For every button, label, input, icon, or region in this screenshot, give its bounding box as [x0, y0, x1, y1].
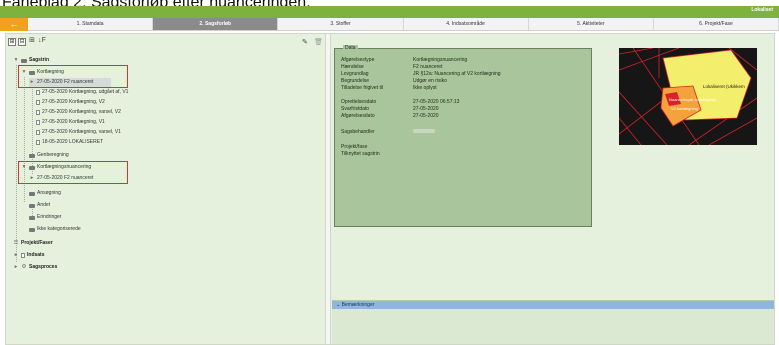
tree-panel: ⊞ ⊟ ⊞ ↓F ✎ 🗑 ▾ Sagstrin ▾ Kortlægning ▸ …: [6, 34, 325, 344]
highlight-box-kortlaegning: [18, 65, 128, 88]
tree-node-ikke-kategoriserede[interactable]: Ikke kategoriserede: [29, 225, 81, 234]
tree-node-sagstrin[interactable]: ▾ Sagstrin: [13, 56, 49, 65]
tree-node-andet[interactable]: Andet: [29, 201, 50, 210]
map-label-lokaliseret: Lokaliseret (Ukikkem: [703, 84, 745, 89]
expand-all-icon[interactable]: ⊞: [8, 38, 16, 46]
collapse-all-icon[interactable]: ⊟: [18, 38, 26, 46]
map-image: Lokaliseret (Ukikkem Nuanceringsk kortlæ…: [619, 48, 757, 145]
data-groupbox: Data Afgørelsestype Kortlægningsnuancerin…: [334, 45, 592, 227]
remarks-panel: ⌄ Bemærkninger: [332, 300, 774, 344]
tree-view-icon[interactable]: ⊞: [28, 37, 36, 46]
map-label-nuancering: Nuanceringsk kortlægning: [669, 97, 715, 102]
sort-icon[interactable]: ↓F: [38, 37, 46, 46]
delete-icon[interactable]: 🗑: [314, 38, 323, 46]
field-begrundelse: Begrundelse Udgør en risiko: [341, 78, 447, 84]
tree-toolbar: ⊞ ⊟ ⊞ ↓F: [8, 37, 46, 48]
caret-right-icon[interactable]: ▸: [13, 263, 19, 272]
folder-icon: [29, 203, 35, 208]
folder-icon: [29, 191, 35, 196]
tree-node-sagsproces[interactable]: ▸ ⚙ Sagsproces: [13, 263, 58, 272]
tree-item[interactable]: 27-05-2020 Kortlægning, varsel, V2: [36, 108, 121, 117]
app-body: ⊞ ⊟ ⊞ ↓F ✎ 🗑 ▾ Sagstrin ▾ Kortlægning ▸ …: [5, 33, 775, 345]
tree-node-indsats[interactable]: ▸ Indsats: [13, 251, 45, 260]
highlight-box-nuancering: [18, 161, 128, 184]
tree-item[interactable]: 27-05-2020 Kortlægning, V2: [36, 98, 105, 107]
top-bar: Lokaliset: [0, 6, 779, 18]
field-sagsbehandler: Sagsbehandler: [341, 129, 435, 135]
tab-stoffer[interactable]: 3. Stoffer: [278, 18, 404, 30]
map-label-v2: V2 kortlægning: [671, 106, 698, 111]
tree-node-projekt-faser[interactable]: ☰ Projekt/Faser: [13, 239, 53, 248]
document-icon: [36, 140, 40, 145]
field-lovgrundlag: Lovgrundlag JR §12a: Nuancering af V2 kor…: [341, 71, 501, 77]
field-svarfristdato: Svarfristdato 27-05-2020: [341, 106, 439, 112]
tab-sagsforloeb[interactable]: 2. Sagsforløb: [153, 18, 279, 30]
caret-down-icon[interactable]: ▾: [13, 56, 19, 65]
tree-item[interactable]: 18-05-2020 LOKALISERET: [36, 138, 103, 147]
map-view[interactable]: Lokaliseret (Ukikkem Nuanceringsk kortlæ…: [619, 48, 757, 145]
tree-item[interactable]: 27-05-2020 Kortlægning, varsel, V1: [36, 128, 121, 137]
field-afgoerelsestype: Afgørelsestype Kortlægningsnuancering: [341, 57, 468, 63]
field-afgoerelsesdato: Afgørelsesdato 27-05-2020: [341, 113, 439, 119]
document-icon: [21, 253, 25, 258]
document-icon: [36, 100, 40, 105]
folder-icon: [29, 153, 35, 158]
data-legend: Data: [343, 45, 358, 51]
tab-aktiviteter[interactable]: 5. Aktiviteter: [528, 18, 654, 30]
tree-node-genberegning[interactable]: Genberegning: [29, 151, 69, 160]
panel-splitter[interactable]: [325, 34, 331, 344]
folder-icon: [21, 58, 27, 63]
tree-item[interactable]: 27-05-2020 Kortlægning, udgået af, V1: [36, 88, 128, 97]
field-tilladelse: Tilladelse frigivet til Ikke oplyst: [341, 85, 437, 91]
folder-icon: [29, 227, 35, 232]
document-icon: [36, 110, 40, 115]
chevron-down-icon[interactable]: ⌄: [336, 302, 340, 308]
folder-icon: [29, 215, 35, 220]
field-oprettelsesdato: Oprettelsesdato 27-05-2020 06:57:13: [341, 99, 460, 105]
document-icon: [36, 120, 40, 125]
detail-panel: Data Afgørelsestype Kortlægningsnuancerin…: [332, 34, 774, 344]
tree-node-ansoegning[interactable]: Ansøgning: [29, 189, 61, 198]
document-icon: [36, 130, 40, 135]
tab-projekt-fase[interactable]: 6. Projekt/Fase: [653, 18, 779, 30]
tab-stamdata[interactable]: 1. Stamdata: [28, 18, 154, 30]
tree-item[interactable]: 27-05-2020 Kortlægning, V1: [36, 118, 105, 127]
remarks-header[interactable]: ⌄ Bemærkninger: [332, 301, 774, 309]
field-haendelse: Hændelse F2 nuanceret: [341, 64, 443, 70]
field-tilknyttet: Tilknyttet sagstrin: [341, 151, 380, 157]
document-icon: [36, 90, 40, 95]
process-icon: ⚙: [21, 264, 27, 270]
brand-label: Lokaliset: [751, 7, 773, 13]
back-button[interactable]: ←: [0, 18, 28, 31]
edit-icon[interactable]: ✎: [302, 38, 308, 46]
redacted-value: [413, 129, 435, 133]
tab-bar: ← 1. Stamdata 2. Sagsforløb 3. Stoffer 4…: [0, 18, 779, 31]
field-projekt-fase: Projekt/fase: [341, 144, 368, 150]
list-icon: ☰: [13, 240, 19, 246]
tab-indsatsomraade[interactable]: 4. Indsatsområde: [403, 18, 529, 30]
caret-right-icon[interactable]: ▸: [13, 251, 19, 260]
tree-node-erindringer[interactable]: Erindringer: [29, 213, 61, 222]
